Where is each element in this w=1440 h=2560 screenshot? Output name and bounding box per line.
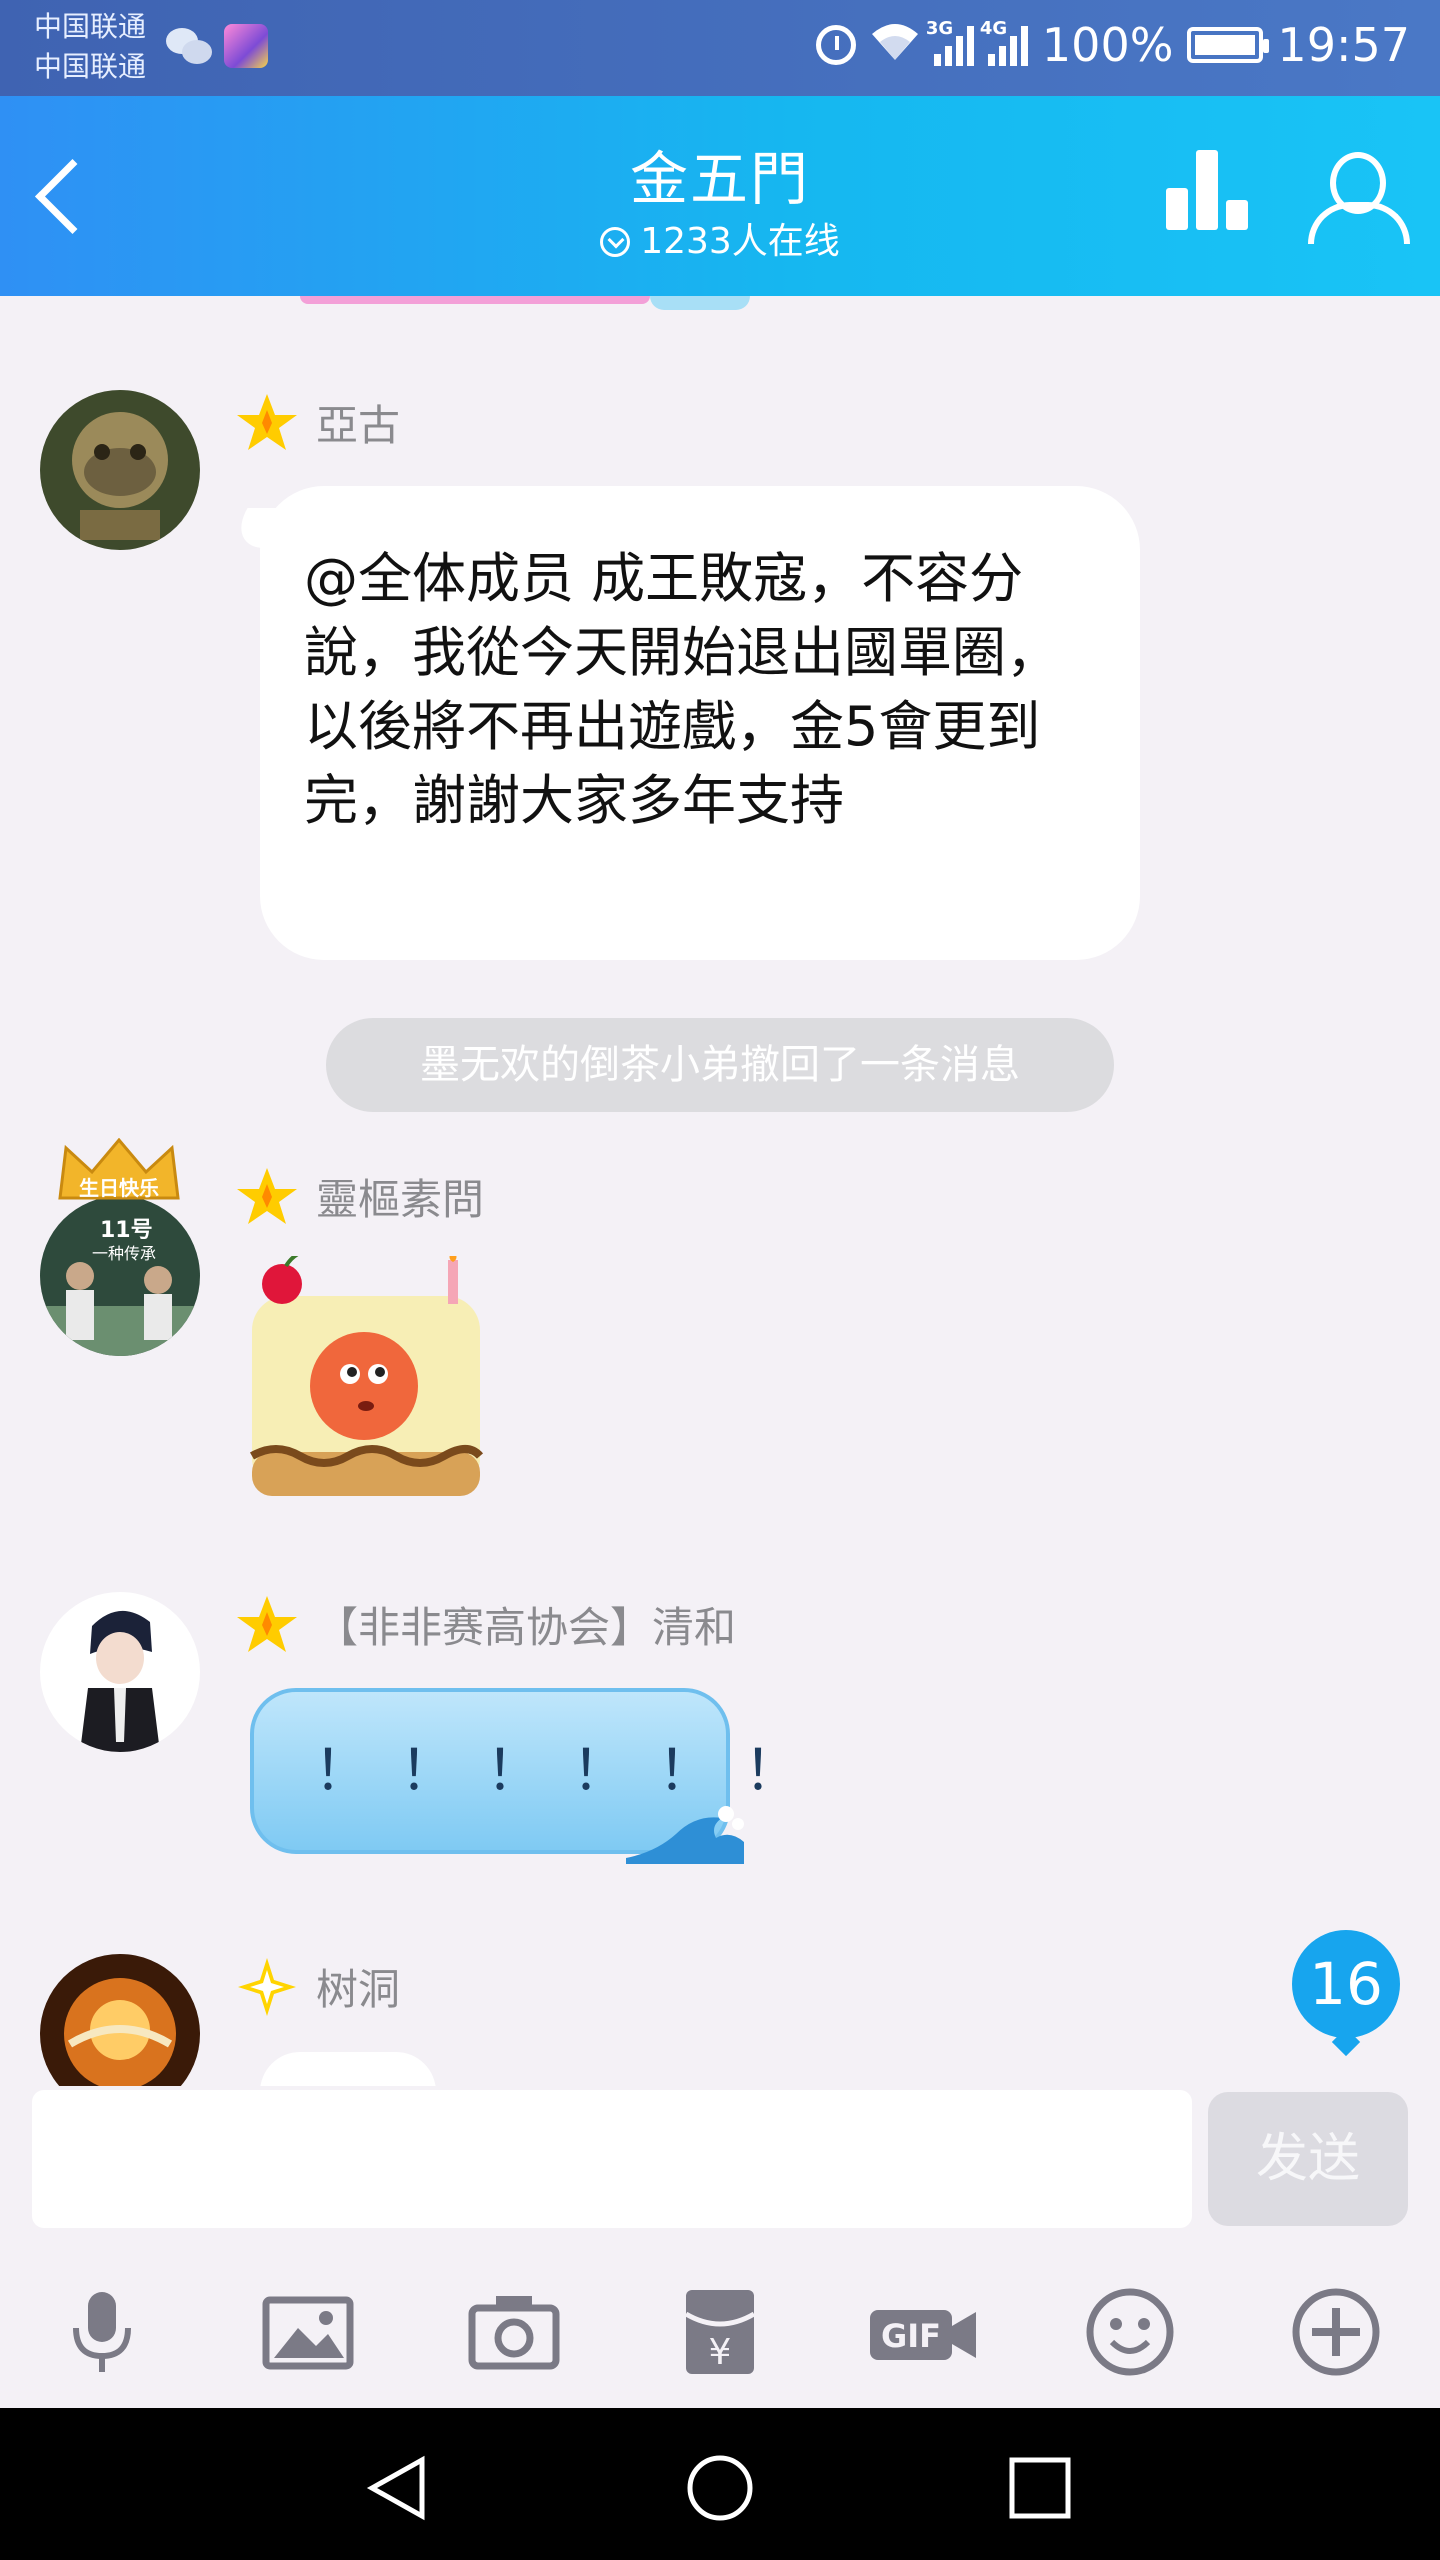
battery-icon [1187,27,1270,63]
clock: 19:57 [1277,18,1410,72]
red-packet-icon[interactable]: ¥ [670,2282,770,2382]
image-icon[interactable] [258,2282,358,2382]
input-toolbar: ¥ GIF [0,2246,1440,2408]
battery-percent: 100% [1041,18,1174,72]
plus-icon[interactable] [1286,2282,1386,2382]
chat-header: 金五門 1233人在线 [0,96,1440,296]
sender-name[interactable]: 树洞 [316,1956,400,2017]
wave-decoration-icon [626,1806,744,1864]
avatar[interactable] [40,390,200,550]
game-app-icon [224,24,268,68]
camera-icon[interactable] [464,2282,564,2382]
carrier-label-2: 中国联通 [34,50,147,83]
system-nav-bar [0,2408,1440,2560]
previous-bubble-decoration [650,296,750,310]
avatar-crown: 生日快乐 [56,1137,182,1204]
message-text: ！！！！！！ [314,1739,830,1804]
avatar-text-2: 一种传承 [92,1244,157,1263]
avatar[interactable] [40,1592,200,1752]
wifi-icon [870,20,920,70]
gif-icon[interactable]: GIF [866,2282,980,2382]
message-input[interactable] [32,2090,1192,2228]
previous-bubble-edge [300,296,650,304]
chevron-down-icon [600,227,631,257]
online-count-label: 1233人在线 [640,221,840,262]
star-icon [234,390,300,456]
star-icon [234,1164,300,1230]
gif-label: GIF [881,2317,941,2355]
sender-name[interactable]: 【非非赛高协会】清和 [316,1594,736,1655]
message-bubble[interactable] [260,2052,436,2086]
cake-sticker[interactable] [246,1250,486,1506]
notification-icons [166,24,268,68]
wechat-icon [166,26,212,66]
recall-notice: 墨无欢的倒茶小弟撤回了一条消息 [326,1018,1114,1112]
status-indicators: 3G 4G 100% 19:57 [815,18,1410,72]
nav-back-icon[interactable] [362,2452,434,2524]
avatar[interactable] [40,1954,200,2086]
carrier-label-1: 中国联通 [34,10,147,43]
nav-home-icon[interactable] [684,2452,756,2524]
message-bubble[interactable]: @全体成员 成王敗寇，不容分說，我從今天開始退出國單圈，以後將不再出遊戲，金5會… [260,486,1140,960]
members-icon[interactable] [1300,146,1410,246]
signal-4g-label: 4G [979,18,1008,39]
alarm-icon [815,25,856,65]
sender-name[interactable]: 亞古 [316,392,400,453]
message-bubble[interactable]: ！！！！！！ [250,1688,800,1864]
stats-icon[interactable] [1160,150,1250,242]
send-button[interactable]: 发送 [1208,2092,1408,2226]
unread-count-badge[interactable]: 16 [1292,1930,1400,2038]
message-list[interactable]: 亞古 @全体成员 成王敗寇，不容分說，我從今天開始退出國單圈，以後將不再出遊戲，… [0,296,1440,2086]
emoji-icon[interactable] [1080,2282,1180,2382]
mic-icon[interactable] [52,2282,152,2382]
input-row: 发送 [0,2086,1440,2246]
signal-3g-label: 3G [925,18,954,39]
signal-3g-icon: 3G [926,18,974,66]
status-bar: 中国联通 中国联通 3G 4G 100% 19:57 [0,0,1440,96]
signal-4g-icon: 4G [980,18,1028,66]
star-icon [234,1592,300,1658]
nav-recent-icon[interactable] [1004,2452,1076,2524]
yen-label: ¥ [709,2332,732,2373]
avatar-crown-text: 生日快乐 [79,1176,159,1200]
sender-name[interactable]: 靈樞素問 [316,1166,484,1227]
star-icon [234,1954,300,2020]
